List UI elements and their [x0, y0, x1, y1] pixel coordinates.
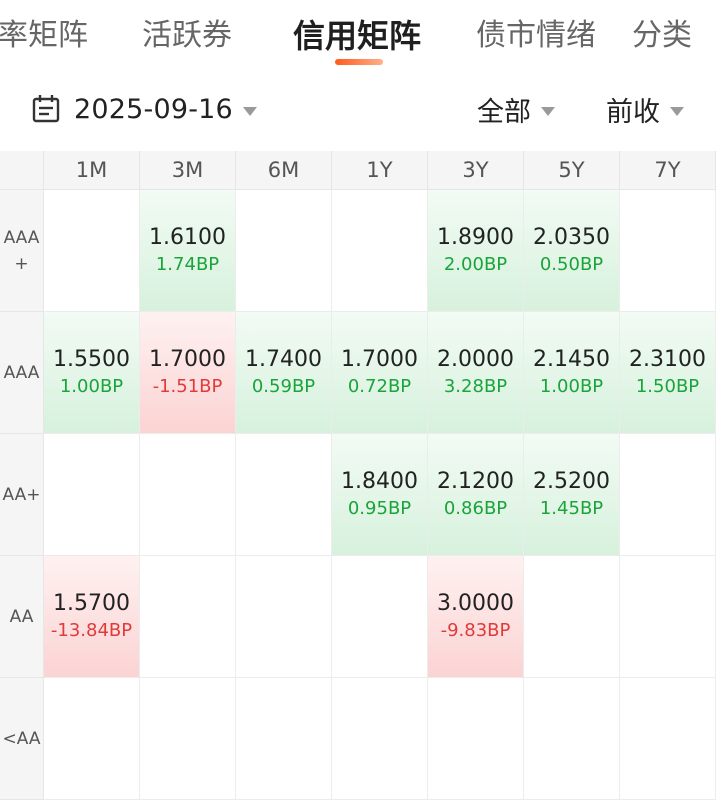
row-header: <AA — [0, 678, 44, 800]
selected-date: 2025-09-16 — [74, 93, 233, 125]
column-header-1y: 1Y — [332, 151, 428, 190]
top-tab-bar: 率矩阵 活跃券 信用矩阵 债市情绪 分类 — [0, 0, 718, 72]
matrix-cell[interactable]: 1.5500 1.00BP — [44, 312, 140, 434]
yield-change: -13.84BP — [50, 619, 133, 641]
matrix-cell[interactable]: 1.5700 -13.84BP — [44, 556, 140, 678]
tab-rate-matrix[interactable]: 率矩阵 — [0, 12, 88, 60]
matrix-cell-empty — [620, 678, 716, 800]
matrix-cell-empty — [332, 190, 428, 312]
matrix-cell-empty — [524, 678, 620, 800]
matrix-cell-empty — [620, 434, 716, 556]
matrix-cell-empty — [44, 678, 140, 800]
row-header: AAA — [0, 312, 44, 434]
scope-dropdown-label: 全部 — [477, 96, 531, 128]
matrix-cell[interactable]: 2.3100 1.50BP — [620, 312, 716, 434]
active-tab-indicator — [335, 59, 383, 65]
tab-bond-sentiment[interactable]: 债市情绪 — [476, 12, 596, 60]
yield-value: 1.8400 — [341, 468, 418, 494]
yield-value: 1.6100 — [149, 224, 226, 250]
yield-value: 1.8900 — [437, 224, 514, 250]
yield-value: 1.5500 — [53, 346, 130, 372]
credit-matrix-table: 1M 3M 6M 1Y 3Y 5Y 7Y AAA + 1.6100 1.74BP 1.8900 2.0… — [0, 151, 718, 800]
yield-change: 0.72BP — [347, 375, 412, 397]
yield-value: 1.5700 — [53, 590, 130, 616]
matrix-cell[interactable]: 2.0350 0.50BP — [524, 190, 620, 312]
matrix-cell-empty — [620, 556, 716, 678]
matrix-cell[interactable]: 2.1200 0.86BP — [428, 434, 524, 556]
matrix-cell[interactable]: 1.8900 2.00BP — [428, 190, 524, 312]
yield-value: 1.7000 — [149, 346, 226, 372]
yield-change: 1.50BP — [635, 375, 700, 397]
matrix-cell-empty — [332, 678, 428, 800]
tab-active-bonds[interactable]: 活跃券 — [142, 12, 232, 60]
tab-credit-matrix[interactable]: 信用矩阵 — [293, 12, 421, 60]
yield-change: 0.59BP — [251, 375, 316, 397]
row-header: AAA + — [0, 190, 44, 312]
yield-change: 1.74BP — [155, 253, 220, 275]
matrix-cell[interactable]: 2.5200 1.45BP — [524, 434, 620, 556]
yield-value: 2.1450 — [533, 346, 610, 372]
matrix-cell[interactable]: 1.6100 1.74BP — [140, 190, 236, 312]
matrix-cell-empty — [44, 190, 140, 312]
yield-value: 1.7000 — [341, 346, 418, 372]
column-header-5y: 5Y — [524, 151, 620, 190]
row-header: AA+ — [0, 434, 44, 556]
column-header-3m: 3M — [140, 151, 236, 190]
matrix-cell[interactable]: 2.1450 1.00BP — [524, 312, 620, 434]
yield-change: 0.95BP — [347, 497, 412, 519]
yield-change: 1.45BP — [539, 497, 604, 519]
date-picker[interactable]: 2025-09-16 — [30, 90, 257, 128]
compare-dropdown[interactable]: 前收 — [606, 90, 684, 128]
caret-down-icon — [670, 106, 684, 116]
yield-value: 2.0350 — [533, 224, 610, 250]
caret-down-icon — [541, 106, 555, 116]
matrix-cell[interactable]: 2.0000 3.28BP — [428, 312, 524, 434]
column-header-7y: 7Y — [620, 151, 716, 190]
caret-down-icon — [242, 106, 257, 116]
matrix-cell-empty — [620, 190, 716, 312]
matrix-cell-empty — [140, 556, 236, 678]
matrix-cell-empty — [428, 678, 524, 800]
yield-change: 2.00BP — [443, 253, 508, 275]
yield-change: 0.86BP — [443, 497, 508, 519]
calendar-icon — [32, 95, 60, 123]
yield-value: 2.3100 — [629, 346, 706, 372]
matrix-cell-empty — [524, 556, 620, 678]
matrix-cell[interactable]: 1.7400 0.59BP — [236, 312, 332, 434]
filter-bar: 2025-09-16 全部 前收 — [0, 76, 718, 142]
matrix-cell-empty — [332, 556, 428, 678]
yield-value: 1.7400 — [245, 346, 322, 372]
yield-change: 1.00BP — [59, 375, 124, 397]
yield-change: -9.83BP — [440, 619, 511, 641]
matrix-cell-empty — [236, 678, 332, 800]
matrix-corner — [0, 151, 44, 190]
column-header-1m: 1M — [44, 151, 140, 190]
yield-change: 1.00BP — [539, 375, 604, 397]
tab-category[interactable]: 分类 — [632, 12, 692, 60]
yield-value: 2.0000 — [437, 346, 514, 372]
compare-dropdown-label: 前收 — [606, 96, 660, 128]
matrix-cell-empty — [140, 678, 236, 800]
matrix-cell-empty — [44, 434, 140, 556]
row-header: AA — [0, 556, 44, 678]
column-header-6m: 6M — [236, 151, 332, 190]
yield-change: -1.51BP — [152, 375, 223, 397]
yield-value: 2.5200 — [533, 468, 610, 494]
matrix-cell-empty — [140, 434, 236, 556]
yield-change: 0.50BP — [539, 253, 604, 275]
matrix-cell-empty — [236, 190, 332, 312]
yield-change: 3.28BP — [443, 375, 508, 397]
matrix-cell[interactable]: 1.8400 0.95BP — [332, 434, 428, 556]
matrix-cell[interactable]: 1.7000 -1.51BP — [140, 312, 236, 434]
matrix-cell[interactable]: 1.7000 0.72BP — [332, 312, 428, 434]
scope-dropdown[interactable]: 全部 — [477, 90, 555, 128]
matrix-cell-empty — [236, 556, 332, 678]
yield-value: 3.0000 — [437, 590, 514, 616]
matrix-cell-empty — [236, 434, 332, 556]
column-header-3y: 3Y — [428, 151, 524, 190]
matrix-cell[interactable]: 3.0000 -9.83BP — [428, 556, 524, 678]
yield-value: 2.1200 — [437, 468, 514, 494]
